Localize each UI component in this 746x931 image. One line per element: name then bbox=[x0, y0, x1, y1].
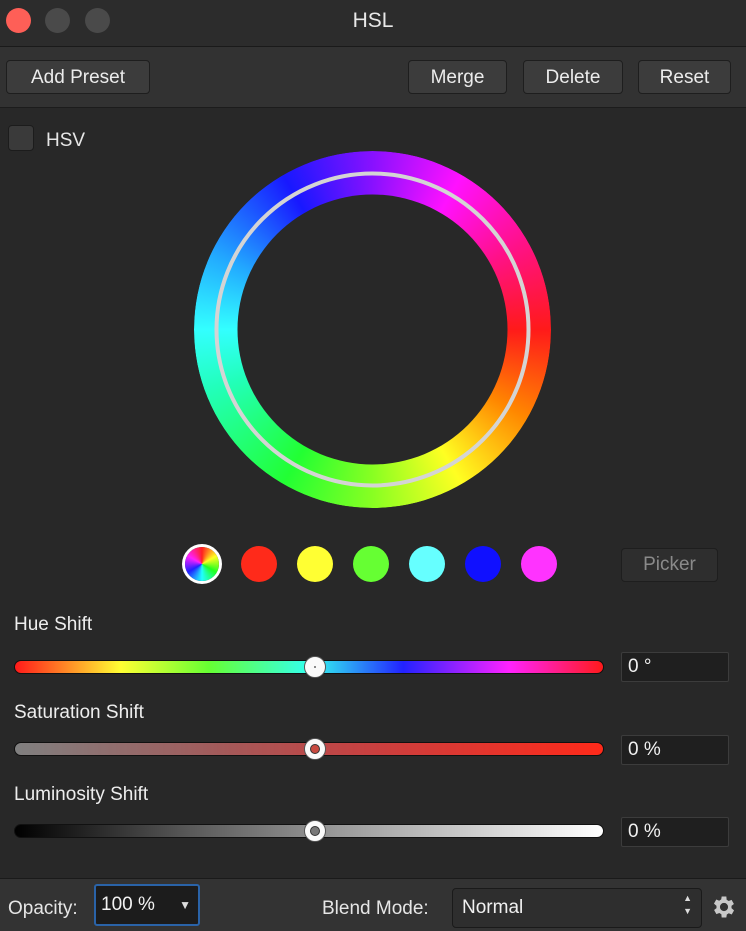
merge-button[interactable]: Merge bbox=[408, 60, 507, 94]
blend-mode-value: Normal bbox=[462, 897, 524, 918]
swatch-cyans[interactable] bbox=[409, 546, 445, 582]
luminosity-shift-slider[interactable] bbox=[14, 820, 604, 842]
reset-button[interactable]: Reset bbox=[638, 60, 731, 94]
handle-center-dot bbox=[314, 666, 316, 668]
hue-shift-handle[interactable] bbox=[304, 656, 326, 678]
gear-icon[interactable] bbox=[710, 893, 738, 921]
opacity-value: 100 % bbox=[101, 894, 155, 915]
hsv-label: HSV bbox=[46, 130, 86, 151]
luminosity-shift-handle[interactable] bbox=[304, 820, 326, 842]
updown-chevron-icon: ▲ ▼ bbox=[683, 893, 692, 916]
preset-toolbar: Add Preset Merge Delete Reset bbox=[0, 47, 746, 108]
saturation-shift-slider[interactable] bbox=[14, 738, 604, 760]
hue-shift-slider[interactable] bbox=[14, 656, 604, 678]
caret-down-icon[interactable]: ▼ bbox=[179, 886, 191, 924]
hue-shift-value-field[interactable]: 0 ° bbox=[621, 652, 729, 682]
blend-mode-label: Blend Mode: bbox=[322, 898, 429, 919]
opacity-field[interactable]: 100 % ▼ bbox=[94, 884, 200, 926]
swatch-blues[interactable] bbox=[465, 546, 501, 582]
handle-center-dot bbox=[310, 744, 320, 754]
hue-shift-label: Hue Shift bbox=[14, 614, 93, 635]
saturation-shift-handle[interactable] bbox=[304, 738, 326, 760]
picker-button[interactable]: Picker bbox=[621, 548, 718, 582]
add-preset-button[interactable]: Add Preset bbox=[6, 60, 150, 94]
handle-center-dot bbox=[310, 826, 320, 836]
luminosity-shift-label: Luminosity Shift bbox=[14, 784, 149, 805]
swatch-reds[interactable] bbox=[241, 546, 277, 582]
opacity-label: Opacity: bbox=[8, 898, 78, 919]
luminosity-shift-value-field[interactable]: 0 % bbox=[621, 817, 729, 847]
saturation-shift-label: Saturation Shift bbox=[14, 702, 144, 723]
swatch-all-colors[interactable] bbox=[185, 547, 219, 581]
swatch-magentas[interactable] bbox=[521, 546, 557, 582]
color-wheel[interactable] bbox=[194, 151, 551, 508]
delete-button[interactable]: Delete bbox=[523, 60, 623, 94]
hsv-checkbox[interactable] bbox=[8, 125, 34, 151]
saturation-shift-value-field[interactable]: 0 % bbox=[621, 735, 729, 765]
title-bar: HSL bbox=[0, 0, 746, 47]
swatch-greens[interactable] bbox=[353, 546, 389, 582]
swatch-yellows[interactable] bbox=[297, 546, 333, 582]
window-title: HSL bbox=[352, 9, 394, 32]
blend-mode-select[interactable]: Normal ▲ ▼ bbox=[452, 888, 702, 928]
